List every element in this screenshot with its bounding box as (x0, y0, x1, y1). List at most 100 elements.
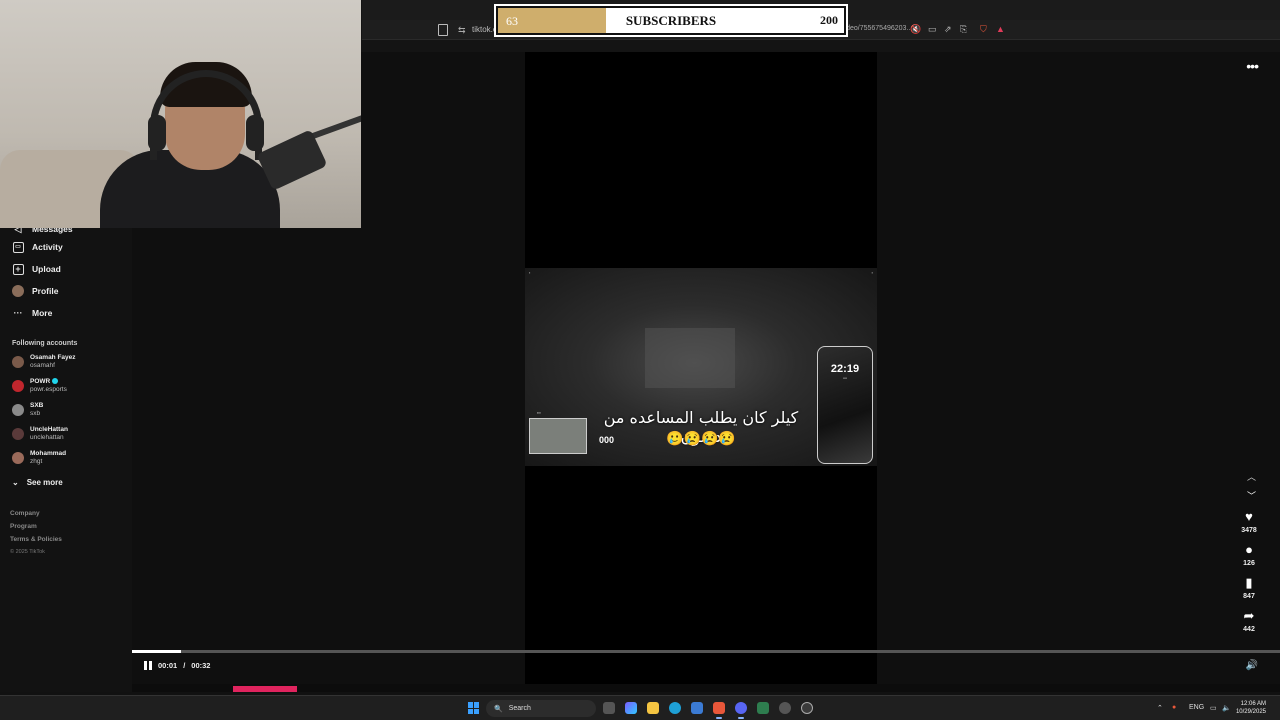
like-count: 3478 (1241, 527, 1257, 534)
copilot-icon[interactable] (625, 702, 637, 714)
duration: 00:32 (191, 661, 211, 670)
avatar (12, 428, 24, 440)
settings-icon[interactable] (779, 702, 791, 714)
playback-controls: 00:01 / 00:32 (144, 661, 210, 670)
bookmark-icon: ▮ (1245, 575, 1253, 590)
sidebar: ◁ Messages ▭ Activity + Upload Profile ·… (0, 224, 132, 692)
sidebar-item-label: Upload (32, 264, 61, 274)
avatar (12, 380, 24, 392)
save-count: 847 (1243, 593, 1255, 600)
webcam-overlay (0, 0, 361, 228)
headset-ear-right (246, 115, 264, 151)
share-icon[interactable]: ⇗ (944, 24, 952, 35)
video-progress-bar[interactable] (132, 650, 1280, 653)
obs-icon[interactable] (801, 702, 813, 714)
video-frame[interactable]: ▪ ▪ ▪▪▪ 000 كيلر كان يطلب المساعده من دي… (525, 268, 877, 466)
share-button[interactable]: ➦ 442 (1234, 608, 1264, 634)
brave-shield-icon[interactable]: ⛉ (980, 24, 987, 35)
clock-date: 10/29/2025 (1235, 709, 1266, 715)
discord-icon[interactable] (735, 702, 747, 719)
subscriber-goal-overlay: 63 SUBSCRIBERS 200 (494, 4, 848, 37)
current-time: 00:01 (158, 661, 178, 670)
copy-link-icon[interactable]: ⎘ (960, 24, 967, 35)
upload-icon: + (12, 263, 24, 275)
previous-video-icon[interactable]: ︿ (1247, 470, 1256, 483)
account-handle: unclehattan (30, 434, 64, 441)
account-name: SXB (30, 402, 44, 409)
subscriber-label: SUBSCRIBERS (625, 13, 717, 28)
save-button[interactable]: ▮ 847 (1234, 575, 1264, 601)
clock-time: 12:06 AM (1240, 701, 1266, 707)
task-view-icon[interactable] (603, 702, 615, 714)
file-explorer-icon[interactable] (647, 702, 659, 714)
share-count: 442 (1243, 626, 1255, 633)
pause-icon[interactable] (144, 661, 152, 670)
tray-overflow-icon[interactable]: ⌃ (1157, 704, 1163, 712)
site-settings-icon[interactable]: ⇆ (458, 25, 466, 36)
frame-corner-right: ▪ (871, 270, 873, 275)
volume-tray-icon[interactable]: 🔈 (1222, 704, 1231, 712)
sidebar-item-profile[interactable]: Profile (12, 282, 58, 300)
comment-button[interactable]: ● 126 (1234, 542, 1264, 568)
footer-link-terms[interactable]: Terms & Policies (10, 536, 62, 543)
mute-tab-icon[interactable]: 🔇 (910, 24, 921, 35)
heart-icon: ♥ (1245, 509, 1253, 524)
frame-corner-left: ▪ (529, 270, 531, 275)
volume-icon[interactable]: 🔊 (1246, 660, 1258, 671)
sidebar-item-label: Activity (32, 242, 63, 252)
in-game-phone: 22:19 ▪▪▪▪ (817, 346, 873, 464)
footer-link-company[interactable]: Company (10, 510, 40, 517)
sidebar-item-more[interactable]: ··· More (12, 304, 53, 322)
excel-icon[interactable] (757, 702, 769, 714)
sidebar-item-label: More (32, 308, 53, 318)
more-options-icon[interactable]: ••• (1246, 58, 1259, 74)
phone-date: ▪▪▪▪ (842, 376, 848, 380)
following-account[interactable]: UncleHattan unclehattan (12, 426, 68, 442)
game-scene (645, 328, 735, 388)
sidebar-item-activity[interactable]: ▭ Activity (12, 238, 63, 256)
cast-icon[interactable]: ▭ (928, 24, 937, 35)
account-name: Mohammad (30, 450, 67, 457)
language-indicator[interactable]: ENG (1189, 704, 1204, 711)
taskbar-search[interactable]: 🔍 Search (486, 700, 596, 717)
see-more-button[interactable]: ⌄ See more (12, 478, 63, 487)
following-account[interactable]: Osamah Fayez osamahf (12, 354, 76, 370)
brave-rewards-icon[interactable]: ▲ (996, 24, 1005, 34)
chevron-down-icon: ⌄ (12, 478, 19, 487)
headset-ear-left (148, 115, 166, 151)
brave-browser-icon[interactable] (713, 702, 725, 719)
store-icon[interactable] (691, 702, 703, 714)
search-label: Search (508, 705, 531, 712)
mic-tray-icon[interactable]: ● (1172, 704, 1176, 711)
time-separator: / (183, 661, 186, 670)
taskbar: 🔍 Search ⌃ ● ENG ▭ 🔈 12:06 AM 10/29/2025 (0, 695, 1280, 720)
share-arrow-icon: ➦ (1243, 608, 1255, 623)
video-column[interactable]: ▪ ▪ ▪▪▪ 000 كيلر كان يطلب المساعده من دي… (525, 52, 877, 692)
footer-link-program[interactable]: Program (10, 523, 37, 530)
network-icon[interactable]: ▭ (1210, 704, 1217, 712)
sidebar-item-label: Profile (32, 286, 59, 296)
system-clock[interactable]: 12:06 AM 10/29/2025 (1236, 700, 1266, 716)
pink-button[interactable] (233, 686, 297, 692)
like-button[interactable]: ♥ 3478 (1234, 509, 1264, 535)
following-account[interactable]: SXB sxb (12, 402, 43, 418)
avatar (12, 356, 24, 368)
phone-time: 22:19 (830, 363, 860, 375)
more-icon: ··· (13, 308, 23, 318)
below-player-strip (132, 684, 1280, 692)
following-account[interactable]: POWR powr.esports (12, 378, 67, 394)
see-more-label: See more (26, 478, 63, 487)
windows-start-icon[interactable] (468, 702, 480, 714)
sidebar-item-upload[interactable]: + Upload (12, 260, 61, 278)
comment-icon: ● (1245, 542, 1253, 557)
bookmark-icon[interactable] (438, 24, 448, 36)
following-accounts-title: Following accounts (12, 340, 78, 347)
following-account[interactable]: Mohammad zhgt (12, 450, 66, 466)
next-video-icon[interactable]: ﹀ (1247, 489, 1256, 502)
subscriber-goal: 200 (820, 13, 838, 27)
account-handle: zhgt (30, 458, 43, 465)
comment-count: 126 (1243, 560, 1255, 567)
video-progress-fill (132, 650, 182, 653)
minimap-label: ▪▪▪ (537, 411, 541, 415)
edge-icon[interactable] (669, 702, 681, 714)
